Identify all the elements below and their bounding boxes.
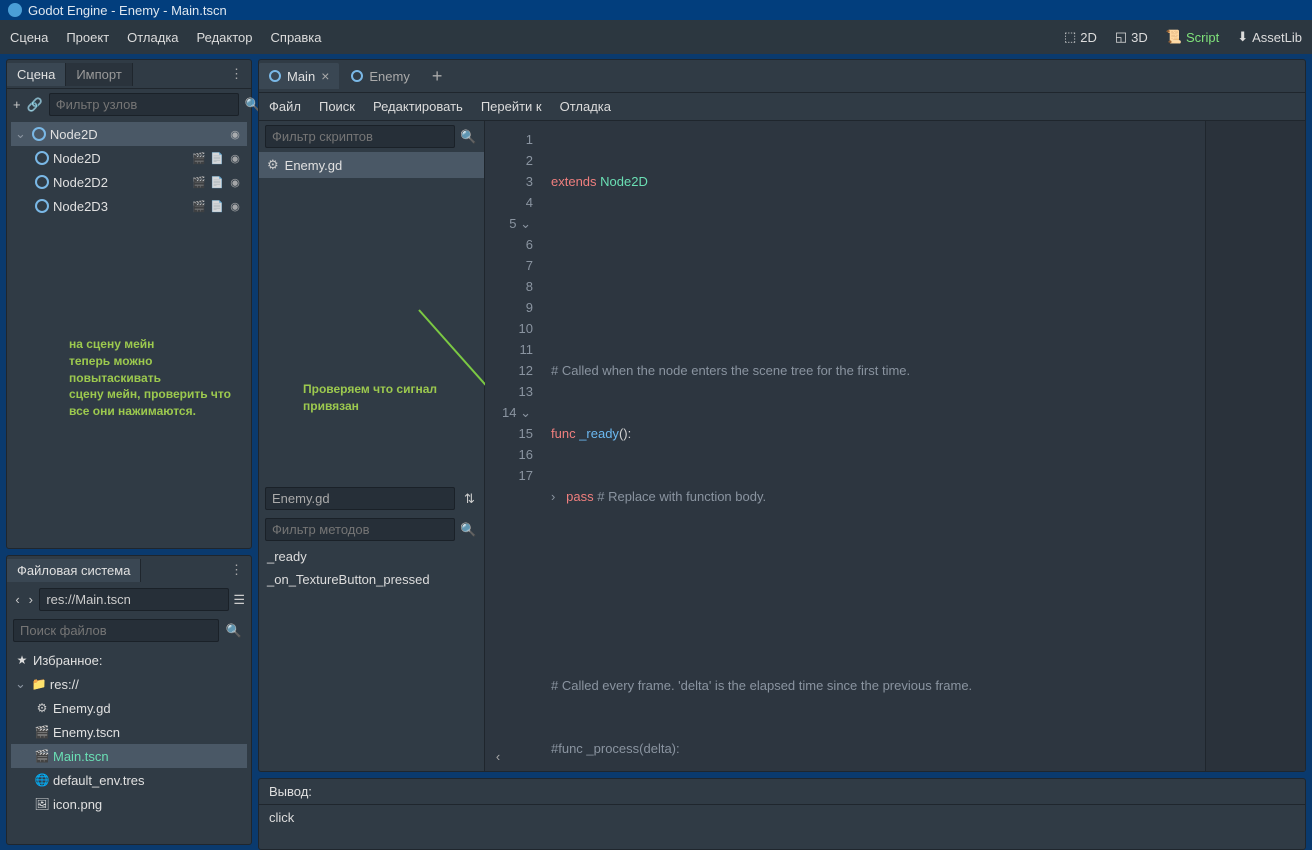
node2d-icon [35,199,49,213]
image-icon: 🖼 [35,797,49,811]
mode-2d[interactable]: ⬚2D [1064,29,1097,45]
fs-file[interactable]: 🎬 Enemy.tscn [11,720,247,744]
star-icon: ★ [15,653,29,667]
node2d-icon [351,70,363,82]
filter-nodes-input[interactable] [49,93,239,116]
titlebar: Godot Engine - Enemy - Main.tscn [0,0,1312,20]
code-editor[interactable]: 1234 5 ⌄678 910111213 →⬚14 ⌄ 151617 exte… [485,121,1205,771]
tab-scene[interactable]: Сцена [7,63,66,86]
mode-3d[interactable]: ◱3D [1115,29,1148,45]
filter-methods-input[interactable] [265,518,455,541]
scene-icon: 🎬 [35,749,49,763]
menu-help[interactable]: Справка [271,30,322,45]
link-icon[interactable]: 🔗 [27,94,43,116]
node2d-icon [35,151,49,165]
fold-icon[interactable]: ⌄ [15,676,26,692]
script-tab-main[interactable]: Main × [259,63,339,89]
scene-icon: 🎬 [35,725,49,739]
visibility-icon[interactable]: ◉ [227,200,243,213]
split-view-icon[interactable]: ☰ [233,589,245,611]
search-files-input[interactable] [13,619,219,642]
menubar: Сцена Проект Отладка Редактор Справка ⬚2… [0,20,1312,54]
filesystem-dock: Файловая система ⋮ ‹ › ☰ 🔍 ★ Избранное: … [6,555,252,845]
dock-options-icon[interactable]: ⋮ [222,562,251,578]
fs-favorites[interactable]: ★ Избранное: [11,648,247,672]
folder-icon: 📁 [32,677,46,691]
window-title: Godot Engine - Enemy - Main.tscn [28,3,227,18]
globe-icon: 🌐 [35,773,49,787]
fs-file[interactable]: 🖼 icon.png [11,792,247,816]
script-tab-enemy[interactable]: Enemy [341,64,419,89]
mode-script[interactable]: 📜Script [1166,29,1219,45]
method-item[interactable]: _on_TextureButton_pressed [259,568,484,591]
script-menu-goto[interactable]: Перейти к [481,99,542,114]
scene-node-root[interactable]: ⌄ Node2D ◉ [11,122,247,146]
script-menu-edit[interactable]: Редактировать [373,99,463,114]
visibility-icon[interactable]: ◉ [227,152,243,165]
visibility-icon[interactable]: ◉ [227,176,243,189]
node2d-icon [32,127,46,141]
download-icon: ⬇ [1237,29,1248,45]
fs-file[interactable]: ⚙ Enemy.gd [11,696,247,720]
close-icon[interactable]: × [321,68,329,84]
panel-collapse-icon[interactable]: ‹ [489,747,507,765]
script-icon: 📜 [1166,29,1182,45]
path-input[interactable] [39,588,229,611]
search-icon[interactable]: 🔍 [223,620,245,642]
instance-icon[interactable]: 🎬 [191,152,207,165]
fold-icon[interactable]: ⌄ [15,126,26,142]
gear-icon: ⚙ [267,157,279,173]
nav-back-icon[interactable]: ‹ [13,591,22,609]
gear-icon: ⚙ [35,701,49,715]
output-panel: Вывод: click [258,778,1306,850]
script-menu-debug[interactable]: Отладка [560,99,611,114]
3d-icon: ◱ [1115,29,1127,45]
node2d-icon [269,70,281,82]
script-icon[interactable]: 📄 [209,152,225,165]
output-body: click [259,805,1305,832]
script-sidebar: 🔍 ⚙ Enemy.gd Проверяем что сигнал привяз… [259,121,485,771]
visibility-icon[interactable]: ◉ [227,128,243,141]
menu-scene[interactable]: Сцена [10,30,48,45]
godot-icon [8,3,22,17]
add-tab-icon[interactable]: + [422,66,453,87]
scene-node-child[interactable]: Node2D 🎬📄◉ [11,146,247,170]
menu-project[interactable]: Проект [66,30,109,45]
scene-node-child[interactable]: Node2D3 🎬📄◉ [11,194,247,218]
fs-file[interactable]: 🌐 default_env.tres [11,768,247,792]
fs-file-active[interactable]: 🎬 Main.tscn [11,744,247,768]
scene-dock: Сцена Импорт ⋮ + 🔗 🔍 ⚙ ⌄ Node2D ◉ [6,59,252,549]
instance-icon[interactable]: 🎬 [191,176,207,189]
script-menu-file[interactable]: Файл [269,99,301,114]
menu-editor[interactable]: Редактор [197,30,253,45]
search-icon[interactable]: 🔍 [459,519,478,541]
line-gutter: 1234 5 ⌄678 910111213 →⬚14 ⌄ 151617 [485,121,541,486]
tab-import[interactable]: Импорт [66,63,132,86]
2d-icon: ⬚ [1064,29,1076,45]
mode-assetlib[interactable]: ⬇AssetLib [1237,29,1302,45]
fs-root[interactable]: ⌄ 📁 res:// [11,672,247,696]
sort-icon[interactable]: ⇅ [461,488,478,510]
menu-debug[interactable]: Отладка [127,30,178,45]
script-list-item[interactable]: ⚙ Enemy.gd [259,152,484,178]
search-icon[interactable]: 🔍 [459,126,478,148]
annotation-scene: на сцену мейн теперь можно повытаскивать… [61,328,251,428]
method-item[interactable]: _ready [259,545,484,568]
script-editor: Main × Enemy + Файл Поиск Редактировать … [258,59,1306,772]
tab-filesystem[interactable]: Файловая система [7,559,141,582]
code-content: extends Node2D # Called when the node en… [551,129,972,771]
nav-forward-icon[interactable]: › [26,591,35,609]
filter-scripts-input[interactable] [265,125,455,148]
dock-options-icon[interactable]: ⋮ [222,66,251,82]
script-menu-search[interactable]: Поиск [319,99,355,114]
class-input[interactable] [265,487,455,510]
instance-icon[interactable]: 🎬 [191,200,207,213]
minimap[interactable] [1205,121,1305,771]
node2d-icon [35,175,49,189]
script-icon[interactable]: 📄 [209,176,225,189]
script-icon[interactable]: 📄 [209,200,225,213]
output-title: Вывод: [259,779,1305,805]
add-node-icon[interactable]: + [13,94,21,116]
scene-node-child[interactable]: Node2D2 🎬📄◉ [11,170,247,194]
